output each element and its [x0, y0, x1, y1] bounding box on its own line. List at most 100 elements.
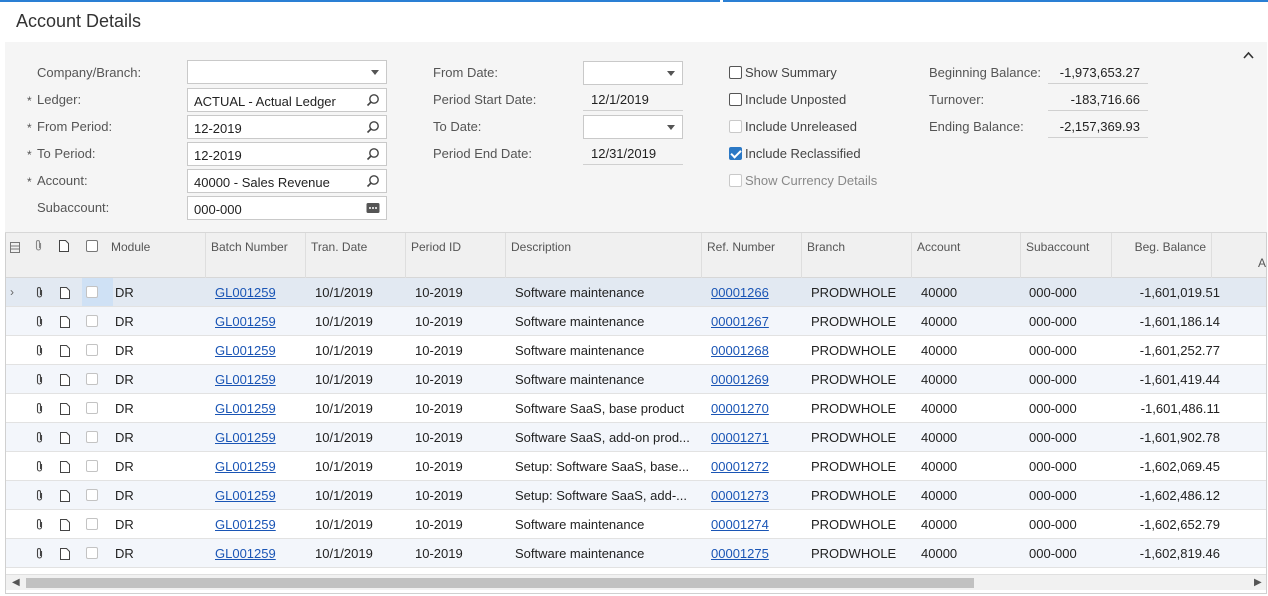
row-select-checkbox[interactable]: [86, 315, 98, 327]
subaccount-field[interactable]: 000-000: [187, 196, 387, 220]
include-reclassified-checkbox[interactable]: [729, 147, 742, 160]
include-unposted-checkbox[interactable]: [729, 93, 742, 106]
attachment-icon[interactable]: [35, 489, 44, 507]
attachment-icon[interactable]: [35, 431, 44, 449]
cell-batch-number-link[interactable]: GL001259: [215, 459, 305, 474]
select-all-checkbox[interactable]: [86, 240, 98, 252]
collapse-chevron-up-icon[interactable]: [1243, 47, 1254, 62]
attachment-icon[interactable]: [35, 344, 44, 362]
row-select-checkbox[interactable]: [86, 431, 98, 443]
note-icon[interactable]: [60, 547, 70, 565]
row-select-checkbox[interactable]: [86, 373, 98, 385]
col-account[interactable]: Account: [912, 233, 1021, 278]
from-period-field[interactable]: 12-2019: [187, 115, 387, 139]
ledger-field[interactable]: ACTUAL - Actual Ledger: [187, 88, 387, 112]
row-select-checkbox[interactable]: [86, 460, 98, 472]
note-icon[interactable]: [60, 344, 70, 362]
cell-batch-number-link[interactable]: GL001259: [215, 314, 305, 329]
cell-ref-number-link[interactable]: 00001274: [711, 517, 801, 532]
cell-batch-number-link[interactable]: GL001259: [215, 372, 305, 387]
attachment-icon[interactable]: [35, 460, 44, 478]
include-reclassified-label[interactable]: Include Reclassified: [745, 146, 861, 161]
horizontal-scrollbar[interactable]: ◀ ▶: [6, 574, 1266, 590]
cell-period-id: 10-2019: [415, 459, 463, 474]
chevron-down-icon[interactable]: [667, 125, 675, 130]
col-tran-date[interactable]: Tran. Date: [306, 233, 406, 278]
segment-editor-icon[interactable]: [366, 201, 380, 215]
col-branch[interactable]: Branch: [802, 233, 912, 278]
include-unposted-label[interactable]: Include Unposted: [745, 92, 846, 107]
table-row[interactable]: DR GL001259 10/1/2019 10-2019 Software maint…: [6, 307, 1266, 336]
to-date-field[interactable]: [583, 115, 683, 139]
to-period-field[interactable]: 12-2019: [187, 142, 387, 166]
table-row[interactable]: DR GL001259 10/1/2019 10-2019 Software maint…: [6, 336, 1266, 365]
row-select-checkbox[interactable]: [86, 547, 98, 559]
scrollbar-thumb[interactable]: [26, 578, 974, 588]
col-module[interactable]: Module: [106, 233, 206, 278]
search-icon[interactable]: [366, 93, 380, 107]
cell-batch-number-link[interactable]: GL001259: [215, 546, 305, 561]
note-icon[interactable]: [60, 431, 70, 449]
note-icon[interactable]: [60, 286, 70, 304]
scroll-left-icon[interactable]: ◀: [12, 577, 20, 588]
attachment-icon[interactable]: [35, 373, 44, 391]
cell-ref-number-link[interactable]: 00001269: [711, 372, 801, 387]
cell-batch-number-link[interactable]: GL001259: [215, 285, 305, 300]
col-beg-balance[interactable]: Beg. Balance: [1112, 233, 1212, 278]
cell-ref-number-link[interactable]: 00001267: [711, 314, 801, 329]
cell-ref-number-link[interactable]: 00001273: [711, 488, 801, 503]
table-row[interactable]: DR GL001259 10/1/2019 10-2019 Software SaaS,…: [6, 394, 1266, 423]
search-icon[interactable]: [366, 174, 380, 188]
table-row[interactable]: DR GL001259 10/1/2019 10-2019 Software maint…: [6, 539, 1266, 568]
table-row[interactable]: DR GL001259 10/1/2019 10-2019 Software maint…: [6, 365, 1266, 394]
row-select-checkbox[interactable]: [86, 518, 98, 530]
column-config-icon[interactable]: [10, 240, 20, 258]
cell-ref-number-link[interactable]: 00001266: [711, 285, 801, 300]
note-icon[interactable]: [60, 315, 70, 333]
account-field[interactable]: 40000 - Sales Revenue: [187, 169, 387, 193]
note-icon[interactable]: [60, 489, 70, 507]
cell-batch-number-link[interactable]: GL001259: [215, 401, 305, 416]
cell-batch-number-link[interactable]: GL001259: [215, 343, 305, 358]
cell-batch-number-link[interactable]: GL001259: [215, 488, 305, 503]
scroll-right-icon[interactable]: ▶: [1254, 577, 1262, 588]
show-summary-checkbox[interactable]: [729, 66, 742, 79]
col-description[interactable]: Description: [506, 233, 702, 278]
row-select-checkbox[interactable]: [86, 402, 98, 414]
table-row[interactable]: DR GL001259 10/1/2019 10-2019 Setup: Softwar…: [6, 452, 1266, 481]
table-row[interactable]: DR GL001259 10/1/2019 10-2019 Software SaaS,…: [6, 423, 1266, 452]
attachment-icon[interactable]: [35, 518, 44, 536]
note-icon[interactable]: [60, 460, 70, 478]
col-subaccount[interactable]: Subaccount: [1021, 233, 1112, 278]
col-batch-number[interactable]: Batch Number: [206, 233, 306, 278]
table-row[interactable]: DR GL001259 10/1/2019 10-2019 Software maint…: [6, 510, 1266, 539]
note-icon[interactable]: [60, 402, 70, 420]
cell-ref-number-link[interactable]: 00001271: [711, 430, 801, 445]
col-period-id[interactable]: Period ID: [406, 233, 506, 278]
search-icon[interactable]: [366, 120, 380, 134]
from-date-field[interactable]: [583, 61, 683, 85]
cell-batch-number-link[interactable]: GL001259: [215, 430, 305, 445]
cell-ref-number-link[interactable]: 00001268: [711, 343, 801, 358]
table-row[interactable]: DR GL001259 10/1/2019 10-2019 Setup: Softwar…: [6, 481, 1266, 510]
cell-ref-number-link[interactable]: 00001272: [711, 459, 801, 474]
search-icon[interactable]: [366, 147, 380, 161]
company-branch-select[interactable]: [187, 60, 387, 84]
attachment-icon[interactable]: [35, 402, 44, 420]
row-select-checkbox[interactable]: [86, 344, 98, 356]
table-row[interactable]: › DR GL001259 10/1/2019 10-2019 Software main…: [6, 278, 1266, 307]
show-summary-label[interactable]: Show Summary: [745, 65, 837, 80]
attachment-icon[interactable]: [35, 286, 44, 304]
col-overflow[interactable]: A: [1212, 233, 1266, 278]
cell-ref-number-link[interactable]: 00001275: [711, 546, 801, 561]
cell-batch-number-link[interactable]: GL001259: [215, 517, 305, 532]
attachment-icon[interactable]: [35, 547, 44, 565]
attachment-icon[interactable]: [35, 315, 44, 333]
col-ref-number[interactable]: Ref. Number: [702, 233, 802, 278]
row-select-checkbox[interactable]: [86, 489, 98, 501]
note-icon[interactable]: [60, 373, 70, 391]
row-select-checkbox[interactable]: [86, 286, 98, 298]
cell-ref-number-link[interactable]: 00001270: [711, 401, 801, 416]
chevron-down-icon[interactable]: [667, 71, 675, 76]
note-icon[interactable]: [60, 518, 70, 536]
